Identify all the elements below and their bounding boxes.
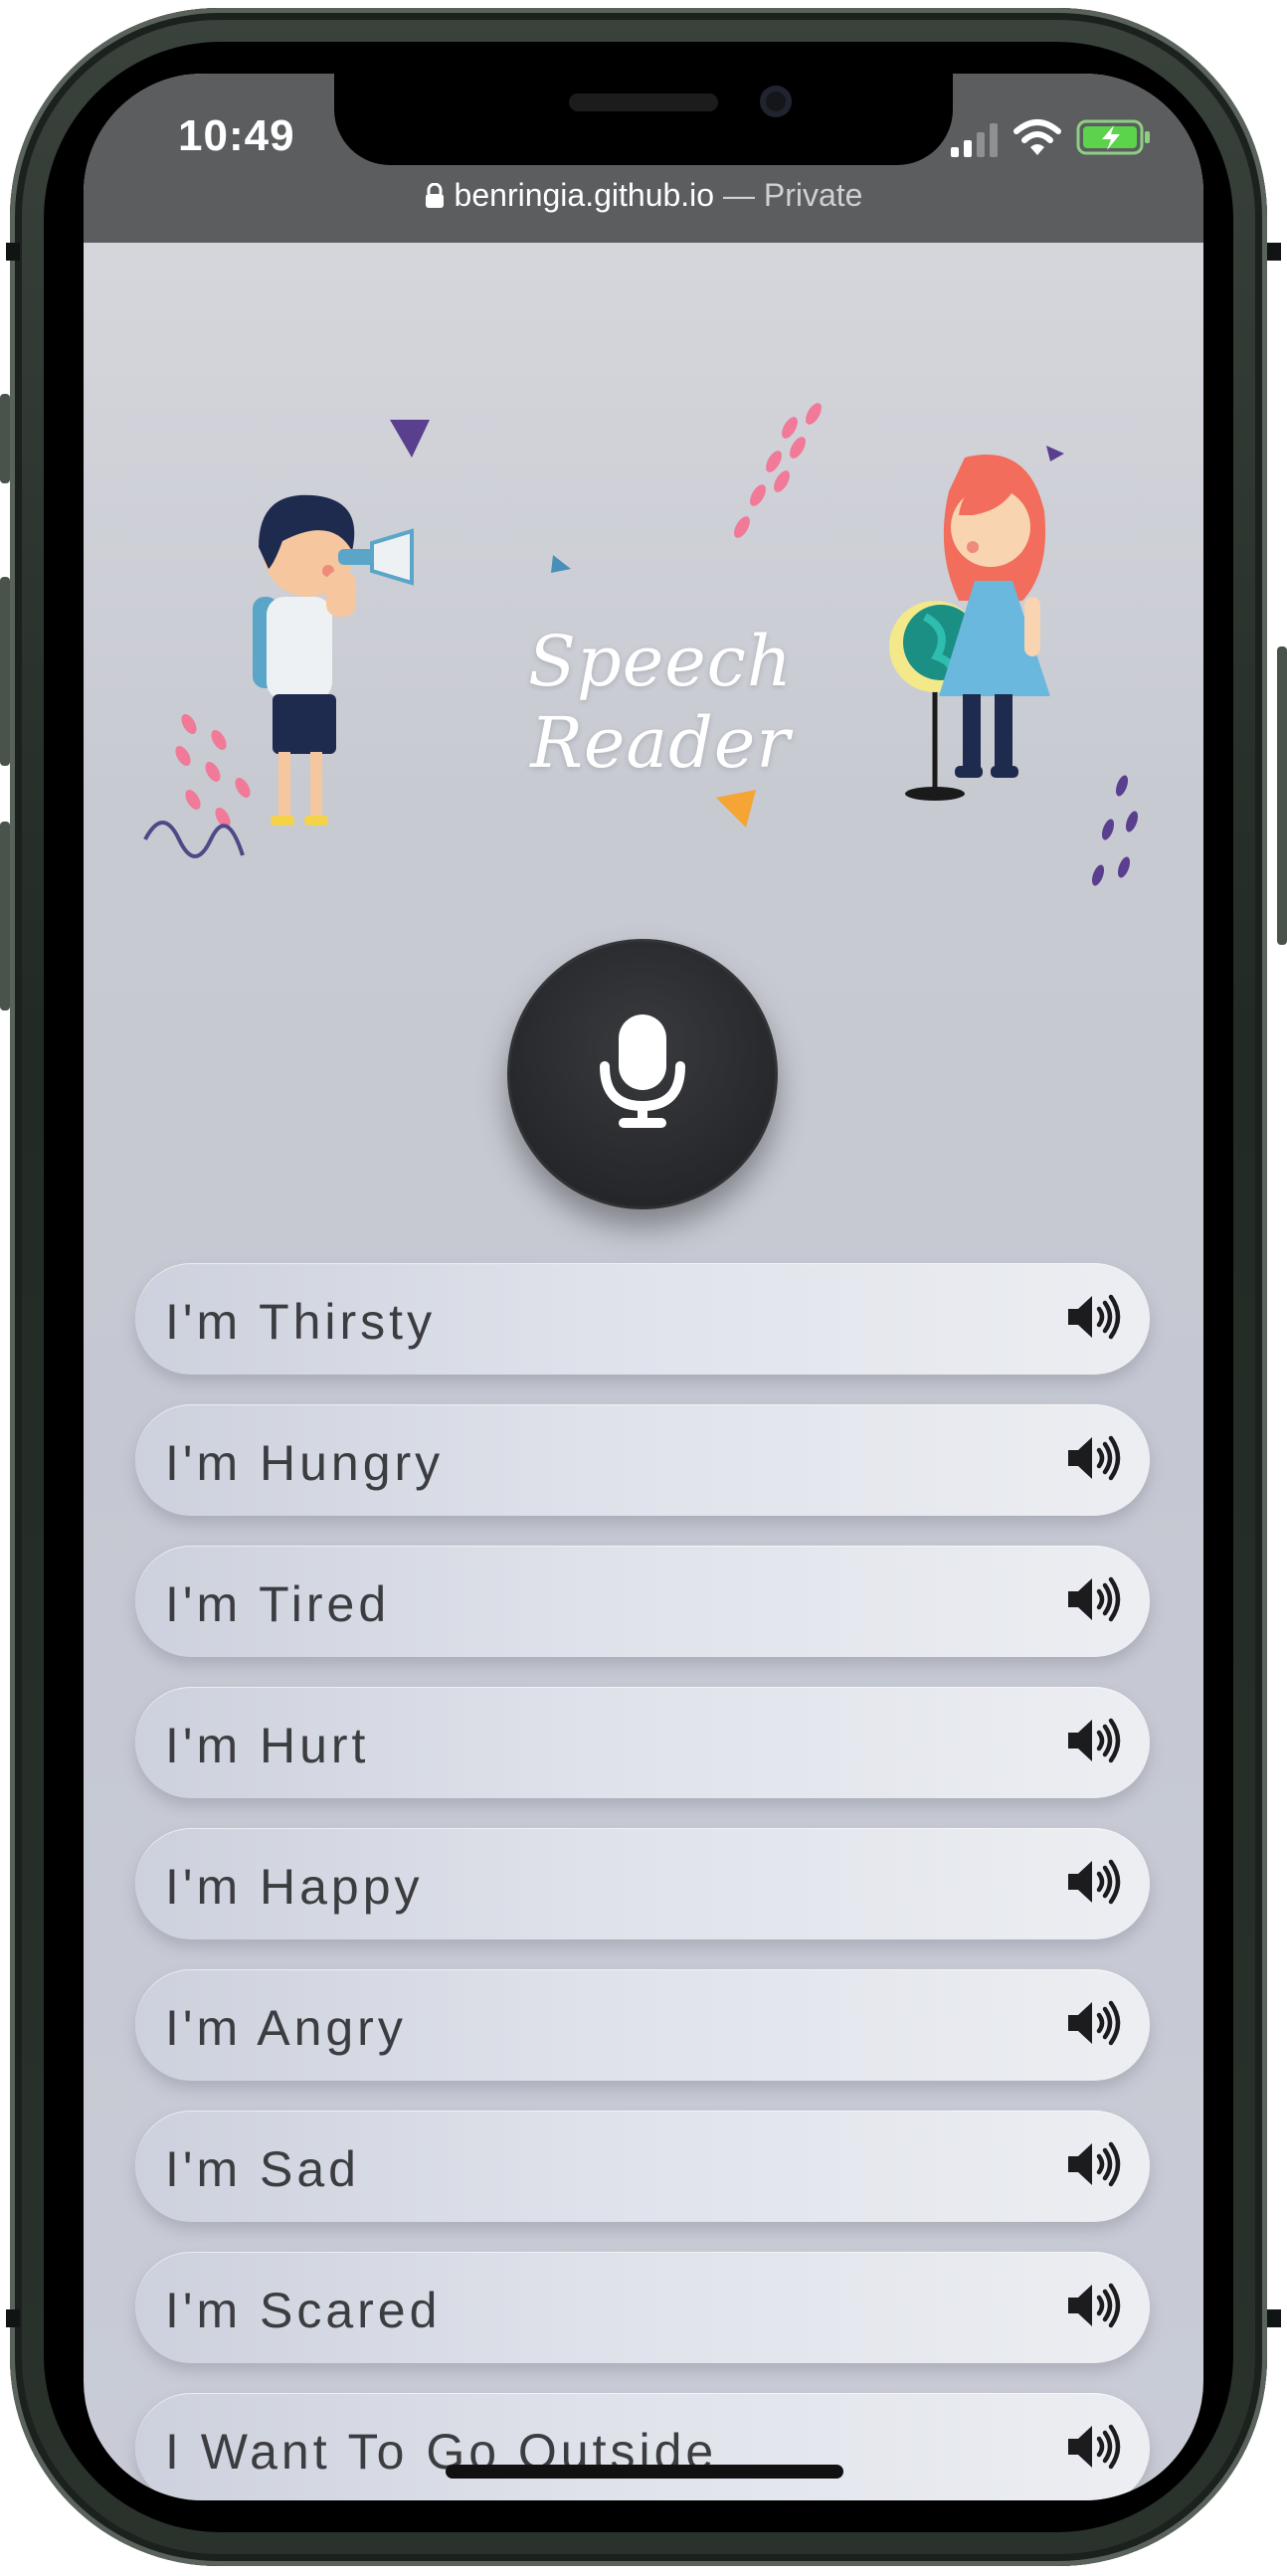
- cellular-signal-icon: [951, 123, 998, 157]
- antenna-band: [1267, 243, 1281, 261]
- phrase-button[interactable]: I'm Happy: [135, 1828, 1150, 1939]
- squiggle: [143, 821, 245, 858]
- home-indicator[interactable]: [446, 2465, 843, 2479]
- confetti-triangle: [390, 420, 430, 458]
- phrase-label: I'm Thirsty: [165, 1294, 437, 1350]
- speaker-volume-icon[interactable]: [1066, 2140, 1122, 2188]
- confetti-triangle: [1046, 446, 1064, 461]
- silent-switch: [0, 394, 10, 483]
- speaker-volume-icon[interactable]: [1066, 1858, 1122, 1906]
- front-camera: [760, 86, 792, 117]
- speaker-volume-icon[interactable]: [1066, 1293, 1122, 1341]
- phrase-button[interactable]: I'm Sad: [135, 2111, 1150, 2222]
- confetti-triangle: [551, 555, 571, 573]
- phrase-button[interactable]: I Want To Go Outside: [135, 2393, 1150, 2500]
- lock-icon: [425, 183, 444, 208]
- url-domain: benringia.github.io: [454, 177, 715, 213]
- antenna-band: [1267, 2309, 1281, 2327]
- speaker-volume-icon[interactable]: [1066, 2282, 1122, 2329]
- app-title: Speech Reader: [528, 621, 793, 784]
- url-separator: —: [714, 177, 764, 213]
- speaker-volume-icon[interactable]: [1066, 1434, 1122, 1482]
- phrase-button[interactable]: I'm Hurt: [135, 1687, 1150, 1798]
- phrase-button[interactable]: I'm Tired: [135, 1546, 1150, 1657]
- browser-status-area: 10:49 benringia.github.io — Private: [84, 74, 1203, 243]
- speaker-volume-icon[interactable]: [1066, 1717, 1122, 1764]
- phrase-button[interactable]: I'm Hungry: [135, 1404, 1150, 1516]
- screen: 10:49 benringia.github.io — Private Spee…: [84, 74, 1203, 2500]
- phrase-button[interactable]: I'm Scared: [135, 2252, 1150, 2363]
- phrase-list: I'm Thirsty I'm Hungry I'm Tired I'm Hur…: [135, 1263, 1150, 2500]
- phrase-label: I'm Angry: [165, 2000, 407, 2056]
- speaker-volume-icon[interactable]: [1066, 1999, 1122, 2047]
- phrase-button[interactable]: I'm Thirsty: [135, 1263, 1150, 1375]
- phrase-label: I'm Scared: [165, 2283, 442, 2338]
- phrase-label: I'm Sad: [165, 2141, 360, 2197]
- microphone-icon: [600, 1014, 685, 1128]
- speaker-volume-icon[interactable]: [1066, 1575, 1122, 1623]
- notch: [334, 74, 953, 165]
- phrase-label: I'm Happy: [165, 1859, 424, 1915]
- confetti-dashes: [1091, 775, 1139, 886]
- volume-down-button: [0, 822, 10, 1011]
- power-button: [1277, 646, 1287, 945]
- antenna-band: [6, 2309, 20, 2327]
- phrase-button[interactable]: I'm Angry: [135, 1969, 1150, 2081]
- boy-illustration: [253, 494, 414, 826]
- private-mode-label: Private: [763, 177, 863, 213]
- earpiece: [569, 93, 718, 111]
- address-bar[interactable]: benringia.github.io — Private: [84, 177, 1203, 214]
- microphone-button[interactable]: [507, 939, 778, 1209]
- hero-art: [143, 403, 1139, 886]
- confetti-triangle: [716, 790, 756, 828]
- confetti-dashes: [734, 403, 822, 538]
- battery-charging-icon: [1076, 119, 1150, 155]
- speaker-volume-icon[interactable]: [1066, 2423, 1122, 2471]
- phrase-label: I'm Tired: [165, 1576, 391, 1632]
- antenna-band: [6, 243, 20, 261]
- phrase-label: I'm Hurt: [165, 1718, 370, 1773]
- confetti-dashes: [175, 714, 251, 828]
- hero-illustration: Speech Reader: [84, 302, 1203, 899]
- phrase-label: I'm Hungry: [165, 1435, 445, 1491]
- wifi-icon: [1013, 119, 1061, 155]
- volume-up-button: [0, 577, 10, 766]
- status-time: 10:49: [178, 111, 295, 160]
